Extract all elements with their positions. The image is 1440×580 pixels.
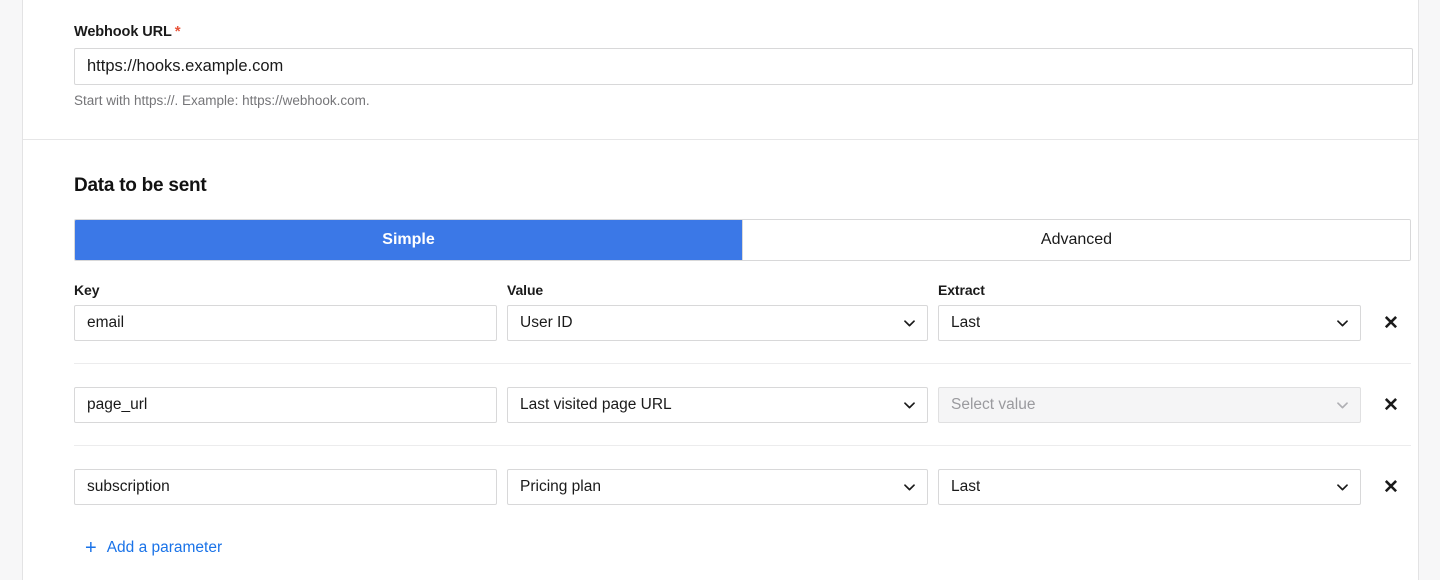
table-row: Last visited page URL Select value ✕ bbox=[23, 387, 1418, 469]
tab-advanced-label: Advanced bbox=[1040, 231, 1113, 248]
remove-parameter-button-3[interactable]: ✕ bbox=[1378, 474, 1404, 500]
parameter-value-select-2[interactable]: Last visited page URL bbox=[507, 387, 928, 423]
chevron-down-icon bbox=[1337, 320, 1348, 327]
required-asterisk: * bbox=[174, 23, 181, 40]
column-header-value: Value bbox=[507, 282, 544, 298]
webhook-url-label: Webhook URL * bbox=[74, 23, 181, 41]
parameter-value-select-1[interactable]: User ID bbox=[507, 305, 928, 341]
column-header-extract: Extract bbox=[938, 282, 985, 298]
remove-parameter-button-1[interactable]: ✕ bbox=[1378, 310, 1404, 336]
table-row: User ID Last ✕ bbox=[23, 305, 1418, 387]
webhook-settings-screen: Webhook URL* Start with https://. Exampl… bbox=[0, 0, 1440, 580]
chevron-down-icon bbox=[1337, 484, 1348, 491]
parameter-value-select-2-text: Last visited page URL bbox=[520, 396, 672, 413]
webhook-url-input[interactable] bbox=[74, 48, 1413, 85]
parameter-value-select-3-text: Pricing plan bbox=[520, 478, 601, 495]
close-icon: ✕ bbox=[1383, 312, 1399, 334]
add-parameter-label: Add a parameter bbox=[106, 539, 223, 556]
parameter-value-select-3[interactable]: Pricing plan bbox=[507, 469, 928, 505]
parameter-column-headers: Key Value Extract bbox=[23, 281, 1418, 301]
webhook-url-help-text: Start with https://. Example: https://we… bbox=[74, 93, 370, 108]
settings-panel: Webhook URL* Start with https://. Exampl… bbox=[22, 0, 1419, 580]
tab-simple[interactable]: Simple bbox=[75, 220, 743, 260]
parameter-value-select-1-text: User ID bbox=[520, 314, 573, 331]
data-mode-tabs: Simple Advanced bbox=[74, 219, 1411, 261]
webhook-url-label-text: Webhook URL bbox=[74, 24, 172, 40]
parameter-extract-select-2-text: Select value bbox=[951, 396, 1036, 413]
column-header-key: Key bbox=[74, 282, 100, 298]
chevron-down-icon bbox=[1337, 402, 1348, 409]
parameter-key-input-3[interactable] bbox=[74, 469, 497, 505]
row-divider bbox=[74, 445, 1411, 446]
row-divider bbox=[74, 363, 1411, 364]
section-title: Data to be sent bbox=[74, 175, 207, 196]
parameter-extract-select-3[interactable]: Last bbox=[938, 469, 1361, 505]
close-icon: ✕ bbox=[1383, 476, 1399, 498]
chevron-down-icon bbox=[904, 320, 915, 327]
plus-icon: + bbox=[85, 537, 97, 559]
webhook-url-section: Webhook URL* Start with https://. Exampl… bbox=[23, 0, 1418, 140]
parameter-extract-select-1-text: Last bbox=[951, 314, 981, 331]
tab-advanced[interactable]: Advanced bbox=[743, 220, 1410, 260]
chevron-down-icon bbox=[904, 402, 915, 409]
chevron-down-icon bbox=[904, 484, 915, 491]
parameter-extract-select-2: Select value bbox=[938, 387, 1361, 423]
data-to-be-sent-section: Data to be sent Simple Advanced Key Valu… bbox=[23, 140, 1418, 580]
close-icon: ✕ bbox=[1383, 394, 1399, 416]
parameter-extract-select-1[interactable]: Last bbox=[938, 305, 1361, 341]
add-parameter-button[interactable]: + Add a parameter bbox=[85, 538, 222, 558]
parameter-key-input-1[interactable] bbox=[74, 305, 497, 341]
parameter-extract-select-3-text: Last bbox=[951, 478, 981, 495]
parameter-key-input-2[interactable] bbox=[74, 387, 497, 423]
remove-parameter-button-2[interactable]: ✕ bbox=[1378, 392, 1404, 418]
table-row: Pricing plan Last ✕ bbox=[23, 469, 1418, 551]
tab-simple-label: Simple bbox=[382, 231, 435, 248]
